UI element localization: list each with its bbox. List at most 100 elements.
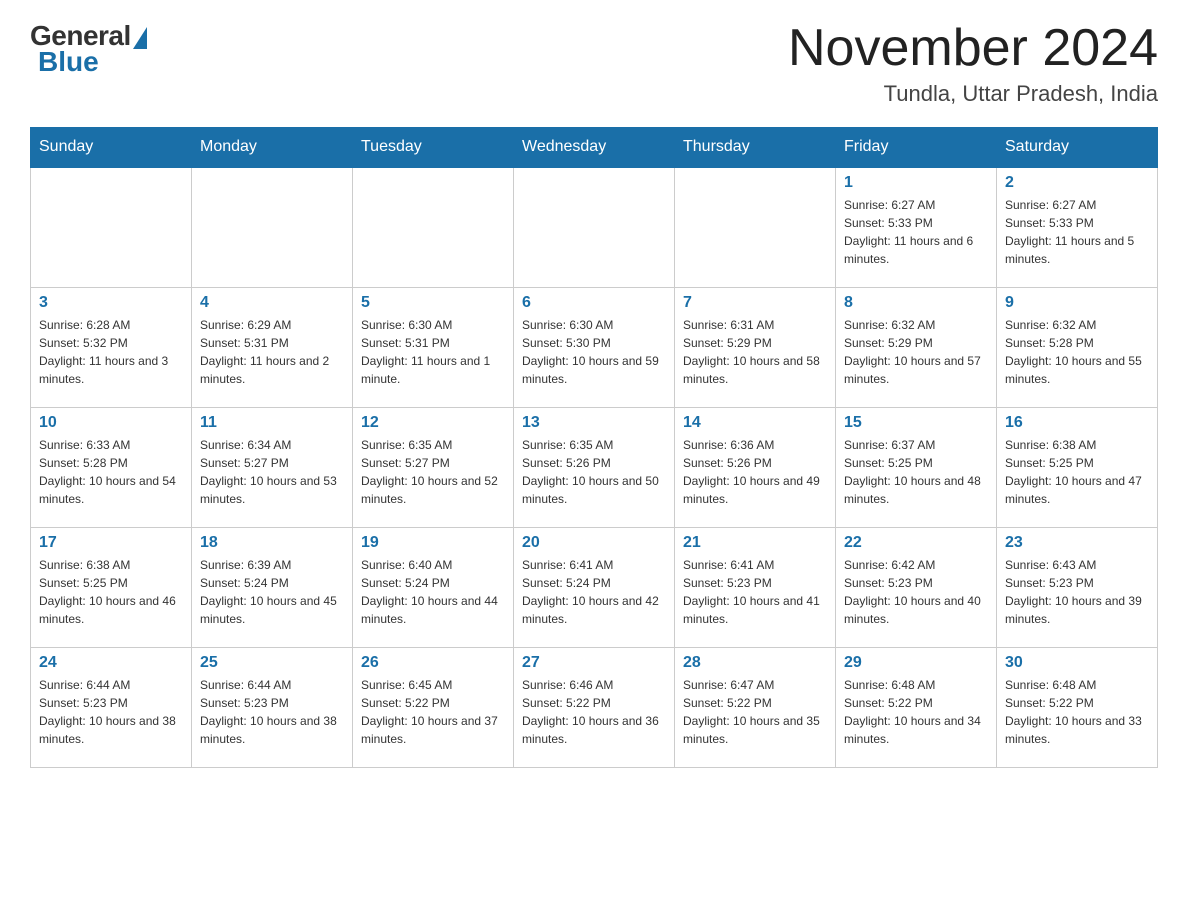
day-info: Sunrise: 6:41 AMSunset: 5:23 PMDaylight:… xyxy=(683,556,827,628)
day-info: Sunrise: 6:44 AMSunset: 5:23 PMDaylight:… xyxy=(39,676,183,748)
weekday-header-wednesday: Wednesday xyxy=(514,128,675,168)
day-info: Sunrise: 6:36 AMSunset: 5:26 PMDaylight:… xyxy=(683,436,827,508)
weekday-header-friday: Friday xyxy=(836,128,997,168)
calendar-cell: 9 Sunrise: 6:32 AMSunset: 5:28 PMDaylight… xyxy=(997,287,1158,407)
day-info: Sunrise: 6:30 AMSunset: 5:31 PMDaylight:… xyxy=(361,316,505,388)
day-info: Sunrise: 6:32 AMSunset: 5:29 PMDaylight:… xyxy=(844,316,988,388)
calendar-table: SundayMondayTuesdayWednesdayThursdayFrid… xyxy=(30,127,1158,768)
calendar-week-row: 17Sunrise: 6:38 AMSunset: 5:25 PMDayligh… xyxy=(31,527,1158,647)
day-info: Sunrise: 6:39 AMSunset: 5:24 PMDaylight:… xyxy=(200,556,344,628)
calendar-cell: 26 Sunrise: 6:45 AMSunset: 5:22 PMDayligh… xyxy=(353,647,514,767)
calendar-cell: 14 Sunrise: 6:36 AMSunset: 5:26 PMDayligh… xyxy=(675,407,836,527)
calendar-cell: 7 Sunrise: 6:31 AMSunset: 5:29 PMDaylight… xyxy=(675,287,836,407)
calendar-cell: 4 Sunrise: 6:29 AMSunset: 5:31 PMDaylight… xyxy=(192,287,353,407)
calendar-cell xyxy=(192,167,353,287)
page-header: General Blue November 2024 Tundla, Uttar… xyxy=(30,20,1158,107)
day-number: 15 xyxy=(844,414,988,432)
day-number: 3 xyxy=(39,294,183,312)
day-number: 24 xyxy=(39,654,183,672)
calendar-cell: 15 Sunrise: 6:37 AMSunset: 5:25 PMDayligh… xyxy=(836,407,997,527)
day-info: Sunrise: 6:31 AMSunset: 5:29 PMDaylight:… xyxy=(683,316,827,388)
day-info: Sunrise: 6:40 AMSunset: 5:24 PMDaylight:… xyxy=(361,556,505,628)
calendar-week-row: 24 Sunrise: 6:44 AMSunset: 5:23 PMDayligh… xyxy=(31,647,1158,767)
day-info: Sunrise: 6:27 AMSunset: 5:33 PMDaylight:… xyxy=(1005,196,1149,268)
location-subtitle: Tundla, Uttar Pradesh, India xyxy=(788,81,1158,107)
day-number: 29 xyxy=(844,654,988,672)
logo: General Blue xyxy=(30,20,147,78)
day-info: Sunrise: 6:48 AMSunset: 5:22 PMDaylight:… xyxy=(844,676,988,748)
calendar-cell: 19 Sunrise: 6:40 AMSunset: 5:24 PMDayligh… xyxy=(353,527,514,647)
day-info: Sunrise: 6:37 AMSunset: 5:25 PMDaylight:… xyxy=(844,436,988,508)
weekday-header-row: SundayMondayTuesdayWednesdayThursdayFrid… xyxy=(31,128,1158,168)
day-number: 25 xyxy=(200,654,344,672)
day-info: Sunrise: 6:34 AMSunset: 5:27 PMDaylight:… xyxy=(200,436,344,508)
day-number: 26 xyxy=(361,654,505,672)
calendar-cell xyxy=(514,167,675,287)
calendar-cell: 24 Sunrise: 6:44 AMSunset: 5:23 PMDayligh… xyxy=(31,647,192,767)
calendar-cell: 8 Sunrise: 6:32 AMSunset: 5:29 PMDaylight… xyxy=(836,287,997,407)
day-number: 21 xyxy=(683,534,827,552)
day-number: 8 xyxy=(844,294,988,312)
day-number: 9 xyxy=(1005,294,1149,312)
day-info: Sunrise: 6:43 AMSunset: 5:23 PMDaylight:… xyxy=(1005,556,1149,628)
title-section: November 2024 Tundla, Uttar Pradesh, Ind… xyxy=(788,20,1158,107)
day-number: 14 xyxy=(683,414,827,432)
day-info: Sunrise: 6:29 AMSunset: 5:31 PMDaylight:… xyxy=(200,316,344,388)
calendar-cell: 23 Sunrise: 6:43 AMSunset: 5:23 PMDayligh… xyxy=(997,527,1158,647)
day-number: 5 xyxy=(361,294,505,312)
day-info: Sunrise: 6:44 AMSunset: 5:23 PMDaylight:… xyxy=(200,676,344,748)
day-number: 27 xyxy=(522,654,666,672)
calendar-cell: 3 Sunrise: 6:28 AMSunset: 5:32 PMDaylight… xyxy=(31,287,192,407)
day-number: 7 xyxy=(683,294,827,312)
day-number: 18 xyxy=(200,534,344,552)
calendar-week-row: 1Sunrise: 6:27 AMSunset: 5:33 PMDaylight… xyxy=(31,167,1158,287)
day-number: 23 xyxy=(1005,534,1149,552)
logo-triangle-icon xyxy=(133,27,147,49)
day-info: Sunrise: 6:38 AMSunset: 5:25 PMDaylight:… xyxy=(39,556,183,628)
logo-blue-text: Blue xyxy=(38,46,99,78)
calendar-cell: 21 Sunrise: 6:41 AMSunset: 5:23 PMDayligh… xyxy=(675,527,836,647)
day-info: Sunrise: 6:30 AMSunset: 5:30 PMDaylight:… xyxy=(522,316,666,388)
day-number: 13 xyxy=(522,414,666,432)
day-info: Sunrise: 6:38 AMSunset: 5:25 PMDaylight:… xyxy=(1005,436,1149,508)
calendar-cell xyxy=(31,167,192,287)
day-number: 22 xyxy=(844,534,988,552)
day-info: Sunrise: 6:42 AMSunset: 5:23 PMDaylight:… xyxy=(844,556,988,628)
weekday-header-thursday: Thursday xyxy=(675,128,836,168)
day-info: Sunrise: 6:35 AMSunset: 5:26 PMDaylight:… xyxy=(522,436,666,508)
calendar-week-row: 3 Sunrise: 6:28 AMSunset: 5:32 PMDaylight… xyxy=(31,287,1158,407)
calendar-cell: 10 Sunrise: 6:33 AMSunset: 5:28 PMDayligh… xyxy=(31,407,192,527)
day-info: Sunrise: 6:48 AMSunset: 5:22 PMDaylight:… xyxy=(1005,676,1149,748)
calendar-cell xyxy=(353,167,514,287)
calendar-cell: 6 Sunrise: 6:30 AMSunset: 5:30 PMDaylight… xyxy=(514,287,675,407)
calendar-cell: 11 Sunrise: 6:34 AMSunset: 5:27 PMDayligh… xyxy=(192,407,353,527)
day-number: 6 xyxy=(522,294,666,312)
calendar-cell: 25 Sunrise: 6:44 AMSunset: 5:23 PMDayligh… xyxy=(192,647,353,767)
calendar-cell: 12 Sunrise: 6:35 AMSunset: 5:27 PMDayligh… xyxy=(353,407,514,527)
day-number: 4 xyxy=(200,294,344,312)
day-info: Sunrise: 6:45 AMSunset: 5:22 PMDaylight:… xyxy=(361,676,505,748)
calendar-cell: 16Sunrise: 6:38 AMSunset: 5:25 PMDayligh… xyxy=(997,407,1158,527)
calendar-cell: 5 Sunrise: 6:30 AMSunset: 5:31 PMDaylight… xyxy=(353,287,514,407)
day-number: 2 xyxy=(1005,174,1149,192)
day-info: Sunrise: 6:35 AMSunset: 5:27 PMDaylight:… xyxy=(361,436,505,508)
day-number: 19 xyxy=(361,534,505,552)
day-number: 12 xyxy=(361,414,505,432)
day-number: 10 xyxy=(39,414,183,432)
weekday-header-monday: Monday xyxy=(192,128,353,168)
day-info: Sunrise: 6:28 AMSunset: 5:32 PMDaylight:… xyxy=(39,316,183,388)
day-info: Sunrise: 6:41 AMSunset: 5:24 PMDaylight:… xyxy=(522,556,666,628)
day-info: Sunrise: 6:32 AMSunset: 5:28 PMDaylight:… xyxy=(1005,316,1149,388)
calendar-cell xyxy=(675,167,836,287)
weekday-header-sunday: Sunday xyxy=(31,128,192,168)
day-number: 11 xyxy=(200,414,344,432)
day-info: Sunrise: 6:33 AMSunset: 5:28 PMDaylight:… xyxy=(39,436,183,508)
calendar-cell: 13 Sunrise: 6:35 AMSunset: 5:26 PMDayligh… xyxy=(514,407,675,527)
calendar-cell: 17Sunrise: 6:38 AMSunset: 5:25 PMDayligh… xyxy=(31,527,192,647)
calendar-week-row: 10 Sunrise: 6:33 AMSunset: 5:28 PMDayligh… xyxy=(31,407,1158,527)
calendar-cell: 20Sunrise: 6:41 AMSunset: 5:24 PMDayligh… xyxy=(514,527,675,647)
weekday-header-tuesday: Tuesday xyxy=(353,128,514,168)
month-year-title: November 2024 xyxy=(788,20,1158,77)
calendar-cell: 30Sunrise: 6:48 AMSunset: 5:22 PMDayligh… xyxy=(997,647,1158,767)
weekday-header-saturday: Saturday xyxy=(997,128,1158,168)
